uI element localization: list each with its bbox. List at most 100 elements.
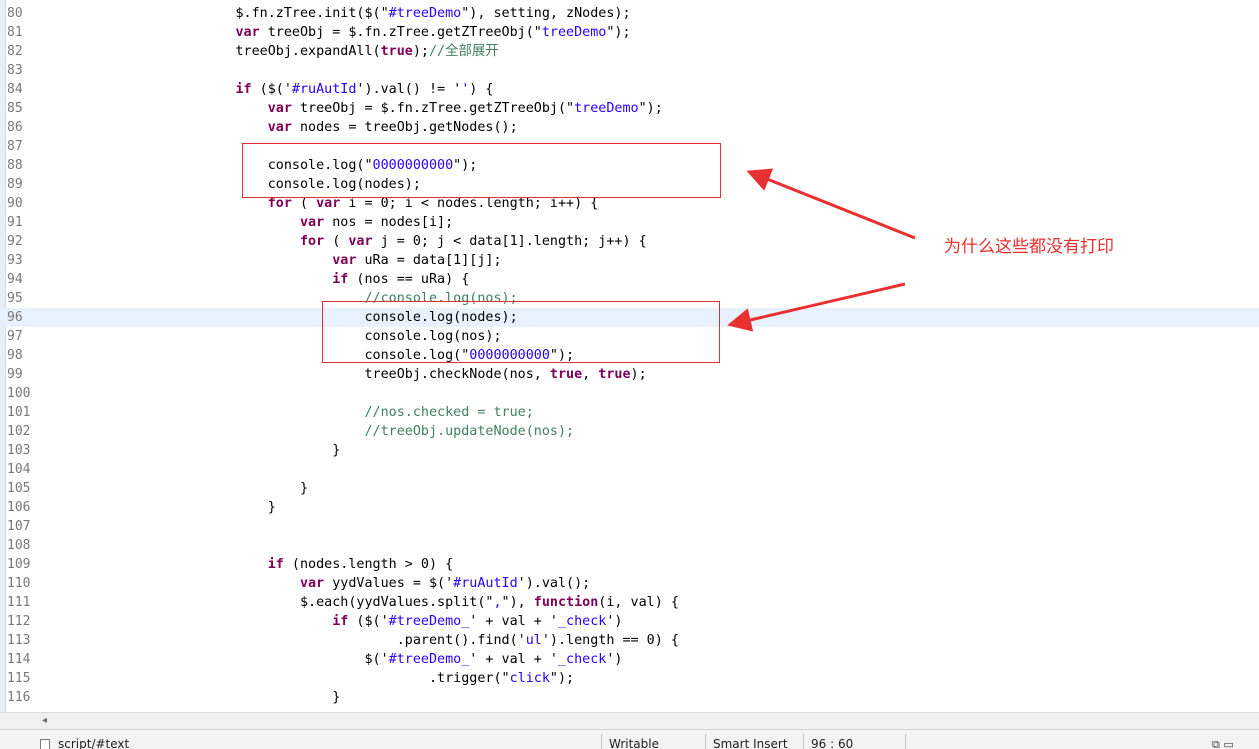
code-line[interactable]: 100 — [0, 384, 1259, 403]
code-text[interactable]: //treeObj.updateNode(nos); — [42, 422, 574, 441]
code-line[interactable]: 85 var treeObj = $.fn.zTree.getZTreeObj(… — [0, 99, 1259, 118]
code-token: function — [533, 595, 599, 610]
line-number: 116 — [7, 690, 31, 705]
line-number: 103 — [7, 443, 31, 458]
code-text[interactable]: } — [42, 498, 276, 517]
code-token: (nos == uRa) { — [348, 272, 470, 287]
code-token: #ruAutId — [453, 576, 518, 591]
code-text[interactable]: .parent().find('ul').length == 0) { — [42, 631, 679, 650]
code-text[interactable]: treeObj.expandAll(true);//全部展开 — [42, 42, 498, 61]
code-token: "), setting, zNodes); — [461, 6, 631, 21]
line-number: 113 — [7, 633, 31, 648]
horizontal-scrollbar[interactable]: ◂ — [0, 712, 1259, 729]
code-text[interactable]: //nos.checked = true; — [42, 403, 533, 422]
code-text[interactable]: if (nodes.length > 0) { — [42, 555, 453, 574]
scroll-left-arrow-icon[interactable]: ◂ — [42, 715, 47, 726]
code-text[interactable]: var nos = nodes[i]; — [42, 213, 453, 232]
code-token: ( — [291, 196, 317, 211]
code-line[interactable]: 94 if (nos == uRa) { — [0, 270, 1259, 289]
code-line[interactable]: 115 .trigger("click"); — [0, 669, 1259, 688]
code-line[interactable]: 113 .parent().find('ul').length == 0) { — [0, 631, 1259, 650]
code-line[interactable]: 108 — [0, 536, 1259, 555]
code-token: if — [235, 82, 252, 97]
status-divider — [803, 734, 804, 749]
code-line[interactable]: 86 var nodes = treeObj.getNodes(); — [0, 118, 1259, 137]
code-token: ' + val + ' — [469, 652, 558, 667]
code-line[interactable]: 103 } — [0, 441, 1259, 460]
code-text[interactable]: $('#treeDemo_' + val + '_check') — [42, 650, 622, 669]
code-line[interactable]: 109 if (nodes.length > 0) { — [0, 555, 1259, 574]
code-line[interactable]: 84 if ($('#ruAutId').val() != '') { — [0, 80, 1259, 99]
code-line[interactable]: 81 var treeObj = $.fn.zTree.getZTreeObj(… — [0, 23, 1259, 42]
code-line[interactable]: 102 //treeObj.updateNode(nos); — [0, 422, 1259, 441]
code-text[interactable]: for ( var j = 0; j < data[1].length; j++… — [42, 232, 647, 251]
code-line[interactable]: 112 if ($('#treeDemo_' + val + '_check') — [0, 612, 1259, 631]
code-line[interactable]: 99 treeObj.checkNode(nos, true, true); — [0, 365, 1259, 384]
code-editor[interactable]: 80 $.fn.zTree.init($("#treeDemo"), setti… — [0, 0, 1259, 712]
window-control-icons[interactable]: ⧉ ▭ — [1212, 738, 1234, 749]
code-token: treeObj.expandAll( — [42, 44, 381, 59]
code-line[interactable]: 91 var nos = nodes[i]; — [0, 213, 1259, 232]
code-token: ' + val + ' — [469, 614, 558, 629]
code-token: } — [42, 481, 309, 496]
code-text[interactable]: var uRa = data[1][j]; — [42, 251, 502, 270]
line-number: 111 — [7, 595, 31, 610]
code-line[interactable]: 105 } — [0, 479, 1259, 498]
code-token: } — [42, 690, 341, 705]
code-text[interactable]: } — [42, 479, 308, 498]
line-number: 83 — [7, 63, 23, 78]
line-number: 88 — [7, 158, 23, 173]
code-token: } — [42, 500, 276, 515]
code-text[interactable]: var treeObj = $.fn.zTree.getZTreeObj("tr… — [42, 23, 630, 42]
line-number: 110 — [7, 576, 31, 591]
code-text[interactable]: } — [42, 688, 340, 707]
code-line[interactable]: 80 $.fn.zTree.init($("#treeDemo"), setti… — [0, 4, 1259, 23]
code-token: true — [380, 44, 413, 59]
code-text[interactable]: $.fn.zTree.init($("#treeDemo"), setting,… — [42, 4, 631, 23]
code-text[interactable]: treeObj.checkNode(nos, true, true); — [42, 365, 646, 384]
code-token: var — [299, 576, 325, 591]
code-line[interactable]: 104 — [0, 460, 1259, 479]
code-text[interactable]: .trigger("click"); — [42, 669, 574, 688]
code-text[interactable]: var treeObj = $.fn.zTree.getZTreeObj("tr… — [42, 99, 663, 118]
code-line[interactable]: 107 — [0, 517, 1259, 536]
code-text[interactable]: if ($('#treeDemo_' + val + '_check') — [42, 612, 622, 631]
code-text[interactable]: $.each(yydValues.split(","), function(i,… — [42, 593, 679, 612]
code-line[interactable]: 114 $('#treeDemo_' + val + '_check') — [0, 650, 1259, 669]
code-token: uRa = data[1][j]; — [356, 253, 502, 268]
code-line[interactable]: 110 var yydValues = $('#ruAutId').val(); — [0, 574, 1259, 593]
code-token: "), — [501, 595, 534, 610]
code-line[interactable]: 82 treeObj.expandAll(true);//全部展开 — [0, 42, 1259, 61]
code-line[interactable]: 111 $.each(yydValues.split(","), functio… — [0, 593, 1259, 612]
status-mode: Writable — [609, 737, 659, 749]
code-line[interactable]: 101 //nos.checked = true; — [0, 403, 1259, 422]
code-token: i = 0; i < nodes.length; i++) { — [340, 196, 599, 211]
code-token: (nodes.length > 0) { — [283, 557, 454, 572]
line-number: 96 — [7, 310, 23, 325]
line-number: 91 — [7, 215, 23, 230]
code-token: "); — [549, 671, 575, 686]
code-token: treeObj = $.fn.zTree.getZTreeObj(" — [291, 101, 575, 116]
line-number: 98 — [7, 348, 23, 363]
code-line[interactable]: 106 } — [0, 498, 1259, 517]
code-text[interactable]: if (nos == uRa) { — [42, 270, 469, 289]
status-divider — [601, 734, 602, 749]
code-token: $.each(yydValues.split(" — [42, 595, 494, 610]
code-line[interactable]: 116 } — [0, 688, 1259, 707]
code-token: var — [348, 234, 373, 249]
code-text[interactable]: if ($('#ruAutId').val() != '') { — [42, 80, 493, 99]
code-text[interactable]: var yydValues = $('#ruAutId').val(); — [42, 574, 590, 593]
code-token: if — [267, 557, 284, 572]
code-text[interactable]: var nodes = treeObj.getNodes(); — [42, 118, 518, 137]
code-text[interactable]: } — [42, 441, 340, 460]
status-insert-mode[interactable]: Smart Insert — [713, 737, 788, 749]
code-line[interactable]: 83 — [0, 61, 1259, 80]
